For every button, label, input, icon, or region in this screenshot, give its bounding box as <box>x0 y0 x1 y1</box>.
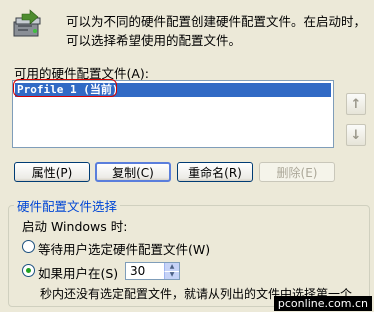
spin-up-icon[interactable]: ▲ <box>164 263 179 272</box>
move-down-button[interactable]: ↓ <box>346 124 366 146</box>
wait-option-label: 等待用户选定硬件配置文件(W) <box>38 242 211 257</box>
timeout-radio[interactable] <box>22 264 35 277</box>
spinner-buttons: ▲ ▼ <box>164 263 179 279</box>
delete-button[interactable]: 删除(E) <box>259 162 335 182</box>
wait-radio[interactable] <box>22 240 35 253</box>
timeout-seconds-input[interactable]: 30 ▲ ▼ <box>125 262 180 280</box>
hardware-profile-icon <box>8 8 48 44</box>
site-watermark: pconline.com.cn <box>273 296 372 311</box>
copy-button[interactable]: 复制(C) <box>95 162 171 182</box>
timeout-option-label: 如果用户在(S) <box>38 266 119 281</box>
radio-selected-dot <box>26 268 31 273</box>
move-up-button[interactable]: ↑ <box>346 93 366 115</box>
spin-down-icon[interactable]: ▼ <box>164 271 179 279</box>
description-text: 可以为不同的硬件配置创建硬件配置文件。在启动时，可以选择希望使用的配置文件。 <box>66 14 367 48</box>
profiles-listbox[interactable]: Profile 1 (当前) <box>12 79 334 148</box>
arrow-up-icon: ↑ <box>350 96 362 112</box>
red-highlight-annotation <box>13 79 117 97</box>
properties-button[interactable]: 属性(P) <box>14 162 90 182</box>
group-title: 硬件配置文件选择 <box>14 196 121 215</box>
arrow-down-icon: ↓ <box>350 127 362 143</box>
timeout-value: 30 <box>130 264 146 278</box>
rename-button[interactable]: 重命名(R) <box>177 162 253 182</box>
startup-label: 启动 Windows 时: <box>22 219 128 234</box>
